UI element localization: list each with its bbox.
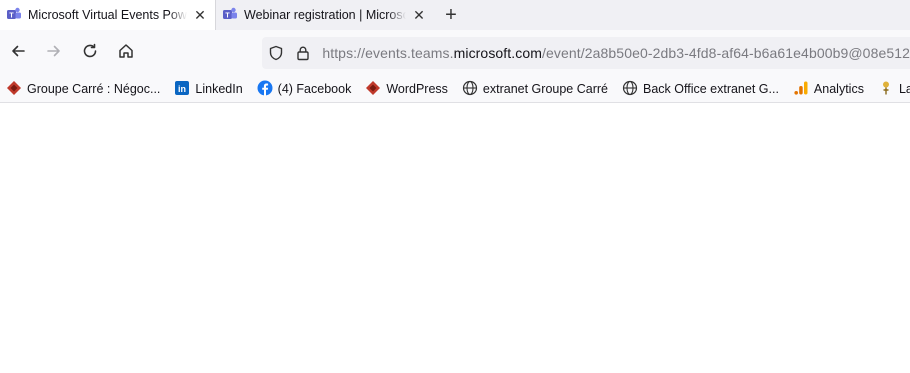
teams-icon: T — [222, 6, 238, 25]
bookmark-label: Analytics — [813, 82, 864, 96]
bookmark-label: Back Office extranet G... — [642, 82, 779, 96]
arrow-left-icon — [9, 42, 27, 65]
tab-title: Microsoft Virtual Events Powered — [28, 8, 187, 22]
svg-text:in: in — [178, 84, 186, 94]
globe-icon — [462, 80, 478, 99]
lock-icon[interactable] — [289, 45, 316, 61]
url-host: microsoft.com — [453, 45, 543, 61]
bookmark-facebook[interactable]: (4) Facebook — [257, 80, 352, 99]
bookmark-linkedin[interactable]: in LinkedIn — [174, 80, 243, 99]
arrow-right-icon — [45, 42, 63, 65]
tab-title: Webinar registration | Microsoft Teams — [244, 8, 406, 22]
bookmark-la-conjugaison[interactable]: La conjugaison — [878, 80, 910, 99]
new-tab-button[interactable]: + — [434, 0, 468, 30]
home-icon — [117, 42, 135, 65]
svg-text:T: T — [225, 12, 230, 19]
bookmark-label: La conjugaison — [898, 82, 910, 96]
url-text[interactable]: https://events.teams.microsoft.com/event… — [322, 45, 910, 61]
forward-button[interactable] — [36, 35, 72, 71]
bookmark-label: extranet Groupe Carré — [482, 82, 608, 96]
navigation-bar: https://events.teams.microsoft.com/event… — [0, 30, 910, 76]
svg-text:T: T — [9, 12, 14, 19]
close-icon[interactable]: ✕ — [193, 7, 207, 24]
page-content — [0, 103, 910, 373]
home-button[interactable] — [108, 35, 144, 71]
bookmark-analytics[interactable]: Analytics — [793, 80, 864, 99]
bookmark-label: LinkedIn — [195, 82, 243, 96]
bookmark-label: WordPress — [386, 82, 448, 96]
url-prefix: https://events.teams. — [322, 45, 454, 61]
linkedin-icon: in — [174, 80, 190, 99]
bookmark-label: Groupe Carré : Négoc... — [27, 82, 161, 96]
shield-icon[interactable] — [262, 45, 289, 61]
url-bar[interactable]: https://events.teams.microsoft.com/event… — [262, 37, 910, 69]
tab-webinar-registration[interactable]: T Webinar registration | Microsoft Teams… — [216, 0, 434, 30]
bookmark-wordpress[interactable]: WordPress — [365, 80, 448, 99]
plus-icon: + — [445, 3, 457, 26]
tab-microsoft-virtual-events[interactable]: T Microsoft Virtual Events Powered ✕ — [0, 0, 216, 30]
teams-icon: T — [6, 6, 22, 25]
tab-strip: T Microsoft Virtual Events Powered ✕ T W… — [0, 0, 910, 30]
groupe-carre-icon — [6, 80, 22, 99]
facebook-icon — [257, 80, 273, 99]
bookmark-extranet-groupe-carre[interactable]: extranet Groupe Carré — [462, 80, 608, 99]
reload-button[interactable] — [72, 35, 108, 71]
analytics-icon — [793, 80, 809, 99]
bookmark-label: (4) Facebook — [277, 82, 352, 96]
reload-icon — [81, 42, 99, 65]
bookmarks-toolbar: Groupe Carré : Négoc... in LinkedIn (4) … — [0, 76, 910, 103]
url-path: /event/2a8b50e0-2db3-4fd8-af64-b6a61e4b0… — [542, 45, 910, 61]
globe-icon — [622, 80, 638, 99]
conjugaison-icon — [878, 80, 894, 99]
back-button[interactable] — [0, 35, 36, 71]
close-icon[interactable]: ✕ — [412, 7, 426, 24]
groupe-carre-icon — [365, 80, 381, 99]
bookmark-back-office-extranet[interactable]: Back Office extranet G... — [622, 80, 779, 99]
bookmark-groupe-carre[interactable]: Groupe Carré : Négoc... — [6, 80, 160, 99]
